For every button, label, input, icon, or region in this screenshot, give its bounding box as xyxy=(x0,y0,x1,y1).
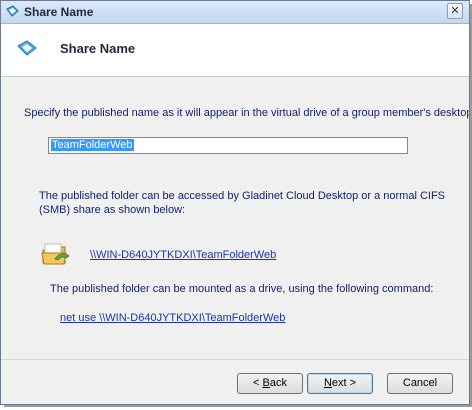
mount-description: The published folder can be mounted as a… xyxy=(50,283,434,295)
share-name-icon xyxy=(17,40,37,56)
net-use-command-link[interactable]: net use \\WIN-D640JYTKDXI\TeamFolderWeb xyxy=(60,312,285,324)
close-button[interactable]: ✕ xyxy=(447,3,463,19)
share-name-input[interactable]: TeamFolderWeb xyxy=(48,137,408,154)
back-accel: B xyxy=(262,377,270,389)
back-prefix: < xyxy=(253,377,263,389)
close-icon: ✕ xyxy=(450,5,460,17)
wizard-content: Specify the published name as it will ap… xyxy=(1,77,469,359)
app-icon xyxy=(6,5,19,17)
share-name-value: TeamFolderWeb xyxy=(51,139,134,151)
next-rest: ext > xyxy=(331,377,357,389)
window-shadow-bottom xyxy=(4,405,472,407)
next-accel: N xyxy=(323,377,332,389)
wizard-header: Share Name xyxy=(1,24,469,77)
share-name-dialog: Share Name ✕ Share Name Specify the publ… xyxy=(0,0,470,405)
title-bar: Share Name ✕ xyxy=(1,1,469,24)
back-button[interactable]: < Back xyxy=(237,373,303,394)
page-title: Share Name xyxy=(60,41,136,56)
wizard-footer: < Back Next > Cancel xyxy=(1,359,469,404)
window-title: Share Name xyxy=(24,5,94,19)
access-description: The published folder can be accessed by … xyxy=(39,190,445,216)
shared-folder-icon xyxy=(41,243,70,265)
intro-text: Specify the published name as it will ap… xyxy=(24,107,470,119)
cancel-button[interactable]: Cancel xyxy=(387,373,453,394)
next-button[interactable]: Next > xyxy=(307,373,373,394)
back-rest: ack xyxy=(269,377,287,389)
share-path-link[interactable]: \\WIN-D640JYTKDXI\TeamFolderWeb xyxy=(90,249,276,261)
